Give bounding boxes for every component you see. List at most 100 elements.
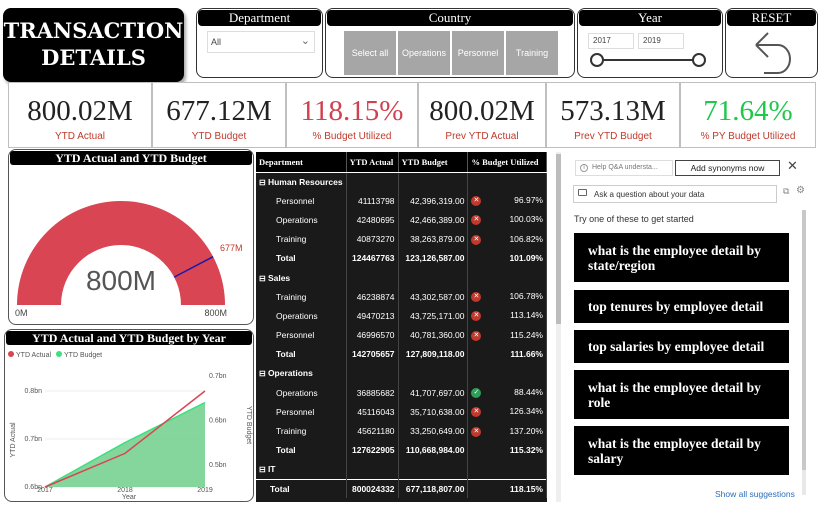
check-circle-icon: ✓ (471, 388, 482, 399)
department-dropdown[interactable]: All ⌄ (207, 31, 315, 53)
matrix-row[interactable]: Training 46238874 43,302,587.00 ✕ 106.78% (256, 287, 547, 307)
year-slider-start-handle[interactable] (590, 53, 604, 67)
matrix-subtotal-name: Total (256, 248, 347, 268)
reset-button[interactable]: RESET (725, 8, 818, 78)
matrix-empty-cell (467, 172, 547, 192)
x-tick-label: 2019 (197, 487, 213, 494)
country-option-operations[interactable]: Operations (398, 31, 450, 75)
collapse-icon[interactable]: ⊟ (259, 465, 268, 474)
matrix-subtotal-actual: 127622905 (346, 440, 399, 460)
matrix-row[interactable]: Personnel 45116043 35,710,638.00 ✕ 126.34% (256, 402, 547, 422)
qa-suggestion[interactable]: what is the employee detail by state/reg… (574, 233, 789, 282)
matrix-subtotal-pct: 101.09% (467, 248, 547, 268)
matrix-group-row[interactable]: ⊟ IT (256, 459, 547, 479)
qa-suggestion[interactable]: what is the employee detail by role (574, 370, 789, 419)
matrix-row[interactable]: Operations 36885682 41,707,697.00 ✓ 88.44% (256, 383, 547, 403)
matrix-row-budget: 38,263,879.00 (398, 229, 469, 249)
close-icon[interactable]: ✕ (787, 158, 798, 174)
matrix-group-row[interactable]: ⊟ Human Resources (256, 172, 547, 192)
matrix-group-label[interactable]: ⊟ Human Resources (256, 172, 347, 192)
x-circle-icon: ✕ (471, 215, 482, 226)
matrix-row-name: Training (256, 287, 347, 307)
collapse-icon[interactable]: ⊟ (259, 369, 268, 378)
qa-suggestion[interactable]: what is the employee detail by salary (574, 426, 789, 475)
country-option-personnel[interactable]: Personnel (452, 31, 504, 75)
country-option-select-all[interactable]: Select all (344, 31, 396, 75)
qa-suggestion[interactable]: top salaries by employee detail (574, 330, 789, 363)
collapse-icon[interactable]: ⊟ (259, 178, 268, 187)
legend-label-ytd-budget: YTD Budget (64, 352, 102, 359)
x-axis-label: Year (122, 494, 137, 501)
year-slider-track (598, 59, 698, 61)
qa-try-text: Try one of these to get started (574, 214, 694, 224)
matrix-group-label[interactable]: ⊟ Sales (256, 267, 347, 288)
matrix-row-budget: 42,466,389.00 (398, 210, 469, 230)
matrix-group-name: IT (267, 464, 276, 475)
x-circle-icon: ✕ (471, 407, 482, 418)
y-axis-label: YTD Actual (10, 422, 17, 457)
matrix-row-actual: 46996570 (346, 325, 399, 345)
department-slicer-header: Department (198, 10, 321, 26)
matrix-subtotal-budget: 110,668,984.00 (398, 440, 469, 460)
matrix-row-pct-cell: ✕ 106.82% (467, 229, 547, 249)
add-synonyms-button[interactable]: Add synonyms now (675, 160, 780, 176)
qa-scrollbar-track[interactable] (802, 210, 806, 495)
matrix-row-budget: 35,710,638.00 (398, 402, 469, 422)
matrix-scrollbar-track[interactable] (556, 152, 561, 502)
matrix-row-name: Training (256, 421, 347, 441)
year-from-input[interactable]: 2017 (588, 33, 634, 49)
matrix-group-row[interactable]: ⊟ Operations (256, 363, 547, 384)
matrix-row-budget: 43,302,587.00 (398, 287, 469, 307)
qa-suggestion[interactable]: top tenures by employee detail (574, 290, 789, 323)
matrix-subtotal-actual: 124467763 (346, 248, 399, 268)
matrix-header-ytd-budget[interactable]: YTD Budget (398, 152, 469, 173)
collapse-icon[interactable]: ⊟ (259, 274, 268, 283)
kpi-label: Prev YTD Actual (445, 131, 519, 142)
kpi-card-ytd-actual: 800.02M YTD Actual (8, 82, 152, 148)
matrix-row[interactable]: Personnel 41113798 42,396,319.00 ✕ 96.97% (256, 191, 547, 211)
matrix-row[interactable]: Training 45621180 33,250,649.00 ✕ 137.20% (256, 421, 547, 441)
matrix-empty-cell (398, 363, 469, 384)
matrix-header-budget-utilized[interactable]: % Budget Utilized (467, 152, 547, 173)
matrix-empty-cell (398, 267, 469, 288)
matrix-group-row[interactable]: ⊟ Sales (256, 267, 547, 288)
matrix-group-name: Sales (267, 272, 291, 283)
matrix-header-ytd-actual[interactable]: YTD Actual (346, 152, 399, 173)
gear-icon[interactable]: ⚙ (796, 185, 805, 196)
department-dropdown-value: All (211, 37, 222, 47)
matrix-empty-cell (346, 172, 399, 192)
matrix-row-budget: 40,781,360.00 (398, 325, 469, 345)
matrix-row-pct: 106.78% (509, 291, 543, 302)
matrix-row-actual: 46238874 (346, 287, 399, 307)
gauge-panel: YTD Actual and YTD Budget 800M 0M 800M 6… (8, 149, 254, 325)
matrix-empty-cell (398, 172, 469, 192)
show-all-suggestions-link[interactable]: Show all suggestions (715, 489, 795, 499)
country-slicer: Country Select all Operations Personnel … (325, 8, 575, 78)
matrix-row[interactable]: Personnel 46996570 40,781,360.00 ✕ 115.24% (256, 325, 547, 345)
country-option-training[interactable]: Training (506, 31, 558, 75)
matrix-row[interactable]: Operations 42480695 42,466,389.00 ✕ 100.03% (256, 210, 547, 230)
qa-ask-input[interactable]: Ask a question about your data (573, 185, 777, 203)
year-slider-end-handle[interactable] (692, 53, 706, 67)
matrix-scrollbar-thumb[interactable] (556, 154, 561, 324)
matrix-group-name: Operations (267, 368, 313, 379)
matrix-grand-total-row: Total 800024332 677,118,807.00 118.15% (256, 478, 547, 499)
chat-icon (578, 189, 587, 196)
x-circle-icon: ✕ (471, 330, 482, 341)
matrix-header-department[interactable]: Department (256, 152, 347, 173)
year-to-input[interactable]: 2019 (638, 33, 684, 49)
qa-scrollbar-thumb[interactable] (802, 210, 806, 470)
matrix-row[interactable]: Operations 49470213 43,725,171.00 ✕ 113.14% (256, 306, 547, 326)
kpi-card-prev-ytd-actual: 800.02M Prev YTD Actual (418, 82, 546, 148)
copy-icon[interactable]: ⧉ (783, 186, 789, 197)
x-circle-icon: ✕ (471, 311, 482, 322)
undo-icon (755, 32, 791, 74)
matrix-empty-cell (346, 267, 399, 288)
matrix-group-label[interactable]: ⊟ Operations (256, 363, 347, 384)
matrix-group-label[interactable]: ⊟ IT (256, 459, 347, 479)
matrix-row[interactable]: Training 40873270 38,263,879.00 ✕ 106.82% (256, 229, 547, 249)
qa-tip: i Help Q&A understa... (575, 160, 673, 176)
matrix-row-pct: 100.03% (509, 214, 543, 225)
y2-tick-label: 0.6bn (209, 417, 227, 424)
matrix-row-pct: 113.14% (510, 310, 543, 321)
